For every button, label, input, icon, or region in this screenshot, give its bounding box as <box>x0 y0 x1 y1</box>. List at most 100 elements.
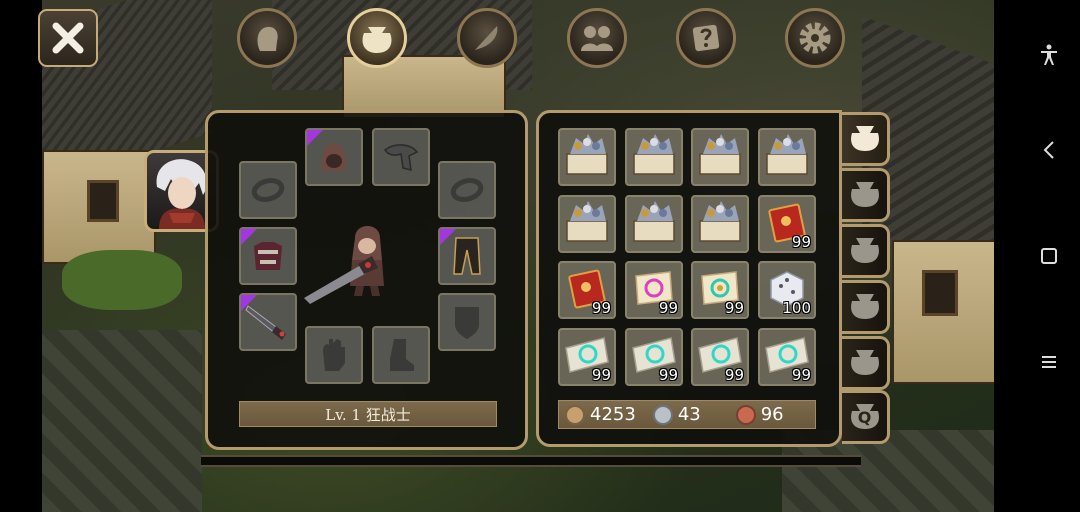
equip-slot-helmet[interactable] <box>305 128 363 186</box>
boot-icon <box>390 339 414 371</box>
equip-slot-boots[interactable] <box>372 326 430 384</box>
item-quantity: 99 <box>724 366 744 384</box>
shield-icon <box>455 307 479 339</box>
treasure-box-icon <box>695 130 745 184</box>
back-button[interactable] <box>1028 135 1070 165</box>
item-quantity: 99 <box>591 366 611 384</box>
recents-icon <box>1042 356 1056 368</box>
bag-icon <box>847 177 883 213</box>
bag-tab-2[interactable] <box>842 168 890 222</box>
character-level-label: Lv. 1 狂战士 <box>239 401 497 427</box>
bag-tab-1[interactable] <box>842 112 890 166</box>
bag-icon <box>847 289 883 325</box>
tab-party[interactable] <box>567 8 627 68</box>
scarf-icon <box>383 144 419 171</box>
close-icon <box>52 22 84 54</box>
silver-coin-icon <box>652 404 673 425</box>
inventory-slot[interactable] <box>625 128 683 186</box>
character-sprite-art <box>304 226 384 304</box>
house-window <box>922 270 958 316</box>
tab-settings[interactable] <box>785 8 845 68</box>
party-icon <box>581 26 613 51</box>
inventory-slot[interactable]: 99 <box>625 261 683 319</box>
currency-bar: 4253 43 96 <box>558 400 816 429</box>
inventory-slot[interactable]: 99 <box>691 261 749 319</box>
rarity-purple-marker <box>440 229 456 245</box>
bag-icon <box>362 27 392 53</box>
grass-patch <box>62 250 182 310</box>
equip-slot-shield[interactable] <box>438 293 496 351</box>
bag-icon <box>847 121 883 157</box>
item-quantity: 99 <box>658 366 678 384</box>
rarity-purple-marker <box>307 130 323 146</box>
settings-gear-icon <box>799 22 831 54</box>
equip-slot-ring-right[interactable] <box>438 161 496 219</box>
equip-slot-pants[interactable] <box>438 227 496 285</box>
bag-icon <box>847 233 883 269</box>
cobblestone-ground <box>42 330 202 512</box>
gold-coin-icon <box>565 404 585 425</box>
equip-slot-weapon[interactable] <box>239 293 297 351</box>
inventory-slot[interactable]: 99 <box>558 261 616 319</box>
inventory-slot[interactable]: 99 <box>558 328 616 386</box>
inventory-slot[interactable] <box>558 195 616 253</box>
treasure-box-icon <box>629 197 679 251</box>
treasure-box-icon <box>762 130 812 184</box>
back-icon <box>1043 141 1054 159</box>
equip-slot-cape[interactable] <box>372 128 430 186</box>
tab-bag[interactable] <box>347 8 407 68</box>
bag-icon <box>847 345 883 381</box>
accessibility-icon <box>1041 44 1057 65</box>
letterbox-left <box>0 0 42 512</box>
recents-button[interactable] <box>1028 347 1070 377</box>
copper-amount: 96 <box>760 404 784 425</box>
inventory-slot[interactable]: 100 <box>758 261 816 319</box>
inventory-slot[interactable] <box>691 195 749 253</box>
treasure-box-icon <box>695 197 745 251</box>
bag-tab-6[interactable]: Q <box>842 390 890 444</box>
bag-tab-4[interactable] <box>842 280 890 334</box>
gold-amount: 4253 <box>590 404 636 425</box>
inventory-slot[interactable]: 99 <box>758 195 816 253</box>
game-screen: Lv. 1 狂战士 99 99 99 99 100 99 99 99 99 4253 43 96… <box>0 0 1080 512</box>
home-icon <box>1041 248 1057 264</box>
home-button[interactable] <box>1028 241 1070 271</box>
rarity-purple-marker <box>241 295 257 311</box>
tab-skills[interactable] <box>457 8 517 68</box>
close-button[interactable] <box>38 9 98 67</box>
ring-icon <box>450 178 484 202</box>
inventory-slot[interactable] <box>758 128 816 186</box>
silver-amount: 43 <box>677 404 701 425</box>
bag-tab-5[interactable] <box>842 336 890 390</box>
item-quantity: 99 <box>658 299 678 317</box>
item-quantity: 99 <box>791 233 811 251</box>
accessibility-button[interactable] <box>1028 40 1070 70</box>
item-quantity: 99 <box>791 366 811 384</box>
inventory-slot[interactable]: 99 <box>758 328 816 386</box>
copper-coin-icon <box>735 404 756 425</box>
tab-character[interactable] <box>237 8 297 68</box>
inventory-slot[interactable]: 99 <box>625 328 683 386</box>
character-head-icon <box>257 26 278 51</box>
inventory-slot[interactable]: 99 <box>691 328 749 386</box>
equip-slot-ring-left[interactable] <box>239 161 297 219</box>
glove-icon <box>323 339 345 371</box>
treasure-box-icon <box>562 197 612 251</box>
tab-quests[interactable] <box>676 8 736 68</box>
inventory-slot[interactable] <box>558 128 616 186</box>
bag-tab-label: Q <box>857 408 872 427</box>
treasure-box-icon <box>562 130 612 184</box>
bottom-divider <box>201 455 861 467</box>
item-quantity: 99 <box>724 299 744 317</box>
inventory-slot[interactable] <box>691 128 749 186</box>
equip-slot-armor[interactable] <box>239 227 297 285</box>
quest-bag-icon: Q <box>847 399 883 435</box>
ring-icon <box>251 178 285 202</box>
house-window <box>87 180 119 222</box>
rarity-purple-marker <box>241 229 257 245</box>
character-sprite <box>300 200 430 320</box>
treasure-box-icon <box>629 130 679 184</box>
equip-slot-gloves[interactable] <box>305 326 363 384</box>
bag-tab-3[interactable] <box>842 224 890 278</box>
inventory-slot[interactable] <box>625 195 683 253</box>
